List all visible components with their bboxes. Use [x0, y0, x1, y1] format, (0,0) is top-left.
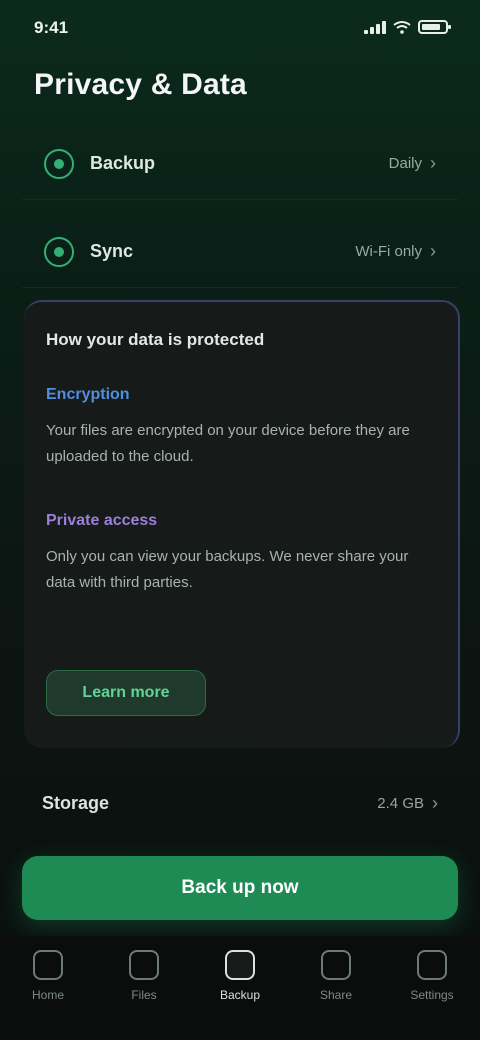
chevron-right-icon: ›: [432, 792, 438, 813]
nav-item-backup[interactable]: Backup: [200, 950, 280, 1002]
chevron-right-icon: ›: [430, 241, 436, 261]
nav-label: Share: [319, 988, 353, 1002]
storage-label: Storage: [42, 792, 110, 813]
nav-item-files[interactable]: Files: [104, 950, 184, 1002]
nav-label: Settings: [410, 988, 454, 1002]
nav-item-settings[interactable]: Settings: [392, 950, 472, 1002]
setting-row-backup[interactable]: Backup Daily ›: [22, 128, 458, 200]
bottom-nav: Home Files Backup Share Settings: [0, 936, 480, 1040]
row-label: Sync: [90, 241, 134, 261]
section-heading-encryption: Encryption: [46, 386, 130, 403]
shield-icon: [44, 148, 74, 179]
row-value: Daily: [388, 155, 422, 172]
storage-row[interactable]: Storage 2.4 GB ›: [24, 768, 456, 838]
gear-icon: [417, 950, 447, 980]
status-icons: [364, 20, 451, 34]
learn-more-button[interactable]: Learn more: [46, 670, 206, 716]
chevron-right-icon: ›: [430, 153, 436, 173]
wifi-icon: [393, 21, 411, 34]
section-heading-private-access: Private access: [46, 512, 158, 529]
sync-icon: [44, 236, 74, 267]
nav-item-share[interactable]: Share: [296, 950, 376, 1002]
row-label: Backup: [90, 153, 156, 173]
nav-item-home[interactable]: Home: [8, 950, 88, 1002]
nav-label: Backup: [219, 988, 261, 1002]
row-value: Wi-Fi only: [355, 243, 422, 260]
share-icon: [321, 950, 351, 980]
section-text-encryption: Your files are encrypted on your device …: [46, 422, 410, 465]
setting-row-sync[interactable]: Sync Wi-Fi only ›: [22, 216, 458, 288]
card-heading: How your data is protected: [46, 330, 265, 349]
app-screen: 9:41 Privacy & Data Backup Daily › Sync …: [0, 0, 480, 1040]
home-icon: [33, 950, 63, 980]
nav-label: Files: [131, 988, 157, 1002]
signal-icon: [364, 20, 386, 34]
status-time: 9:41: [34, 18, 69, 37]
page-title: Privacy & Data: [34, 68, 247, 101]
cloud-icon: [225, 950, 255, 980]
storage-value: 2.4 GB: [377, 794, 424, 812]
back-up-now-button[interactable]: Back up now: [22, 856, 458, 920]
status-bar: 9:41: [0, 0, 480, 60]
battery-icon: [418, 20, 451, 34]
info-card: How your data is protected Encryption Yo…: [24, 300, 460, 748]
nav-label: Home: [31, 988, 64, 1002]
section-text-private-access: Only you can view your backups. We never…: [46, 548, 409, 591]
folder-icon: [129, 950, 159, 980]
